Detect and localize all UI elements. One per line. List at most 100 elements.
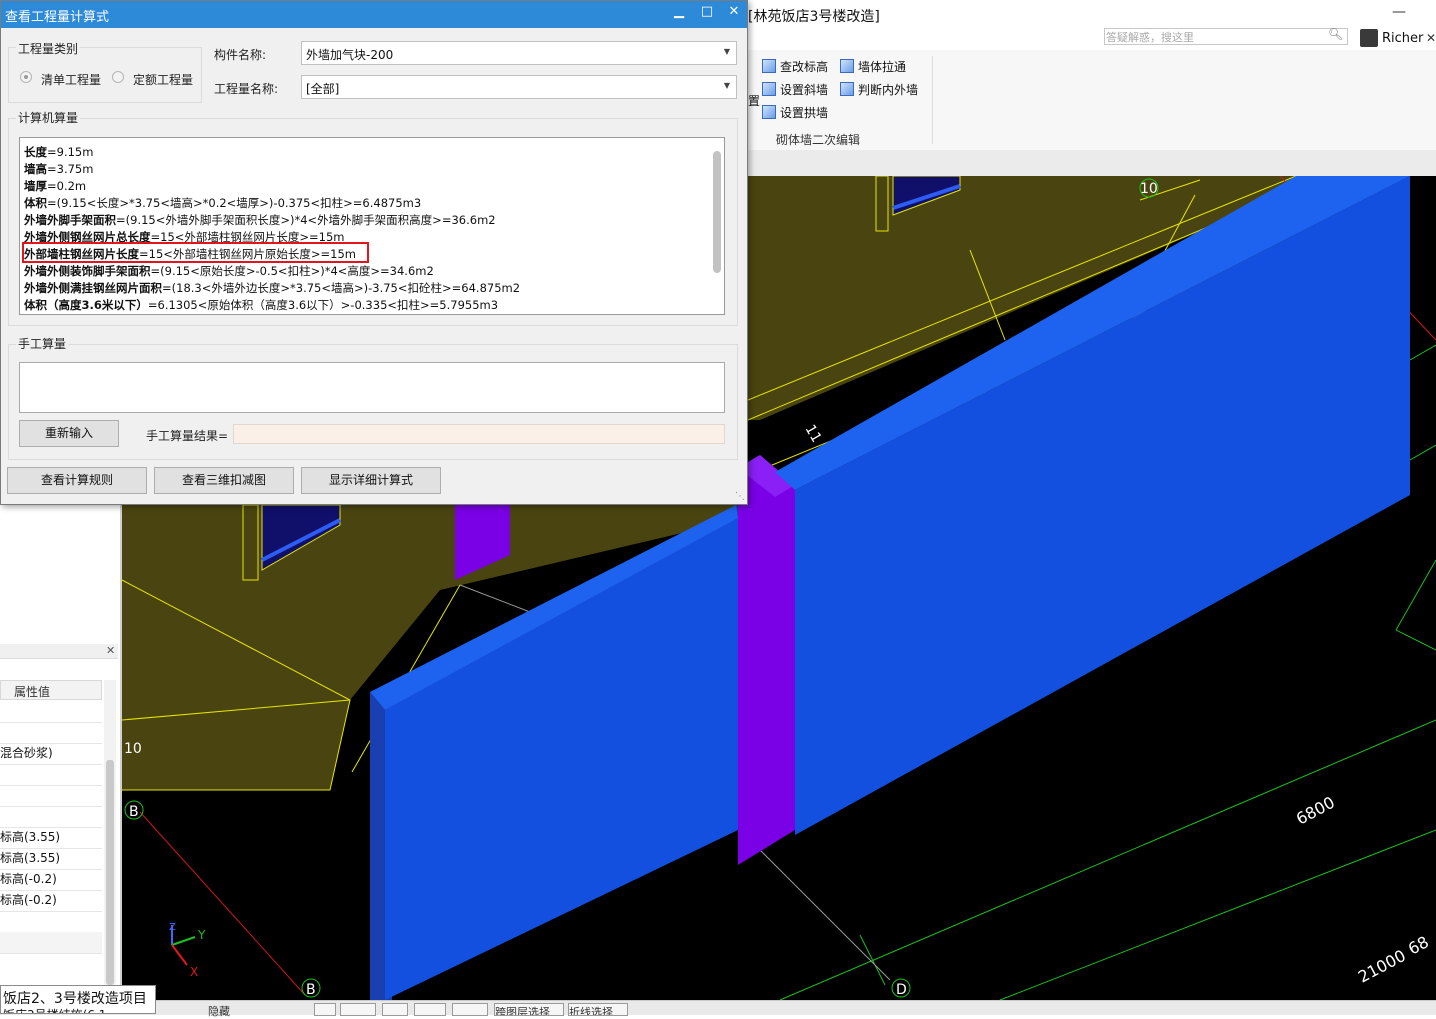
dimension-line	[1409, 444, 1436, 461]
status-toggle-button[interactable]	[452, 1003, 488, 1016]
reference-line	[759, 849, 891, 981]
formula-line: 墙高=3.75m	[24, 162, 94, 176]
highlight-box	[22, 242, 369, 263]
status-toggle-button[interactable]	[340, 1003, 376, 1016]
property-row[interactable]: 标高(3.55)	[0, 827, 102, 849]
ribbon-bottom-bar	[748, 150, 1436, 177]
ribbon-button-wall-extend[interactable]: 墙体拉通	[840, 58, 906, 75]
dimension-line	[1395, 559, 1436, 631]
polyline-select-button[interactable]: 折线选择	[568, 1003, 628, 1016]
computed-quantity-title: 计算机算量	[16, 109, 81, 126]
radio-bill-quantity[interactable]	[20, 71, 32, 83]
radio-quota-quantity-label[interactable]: 定额工程量	[133, 71, 193, 88]
ribbon-button-check-elevation[interactable]: 查改标高	[762, 58, 828, 75]
view-3d-deduction-button[interactable]: 查看三维扣减图	[154, 467, 294, 494]
dimension-line	[1409, 344, 1436, 361]
formula-list-scrollbar-thumb[interactable]	[713, 151, 721, 273]
property-row[interactable]: 混合砂浆)	[0, 743, 102, 765]
reinput-button[interactable]: 重新输入	[19, 420, 119, 447]
property-row[interactable]: 标高(3.55)	[0, 848, 102, 870]
status-toggle-button[interactable]	[414, 1003, 446, 1016]
resize-grip-icon[interactable]: ⋱	[735, 491, 745, 502]
grid-axis-label: D	[896, 982, 907, 998]
arch-wall-icon	[762, 105, 776, 119]
property-column-header-label: 属性值	[14, 685, 51, 699]
axis-y-line	[171, 936, 196, 946]
dimension-line	[1395, 629, 1436, 651]
formula-line: 体积=(9.15<长度>*3.75<墙高>*0.2<墙厚>)-0.375<扣柱>…	[24, 196, 422, 210]
manual-result-label: 手工算量结果=	[146, 429, 229, 443]
property-row[interactable]	[0, 764, 102, 786]
ribbon-group-label: 砌体墙二次编辑	[776, 133, 861, 147]
user-name[interactable]: Richer	[1382, 31, 1423, 46]
quantity-name-value: [全部]	[306, 82, 340, 96]
ribbon-button-set-slant-wall[interactable]: 设置斜墙	[762, 81, 828, 98]
edge-label: 10	[1140, 181, 1158, 197]
view-calc-rules-button[interactable]: 查看计算规则	[7, 467, 147, 494]
wall-extend-icon	[840, 59, 854, 73]
axis-y-label: Y	[197, 928, 206, 942]
status-label: 隐藏	[208, 1005, 230, 1018]
dialog-titlebar[interactable]	[1, 1, 747, 28]
property-panel-border	[120, 505, 122, 1000]
manual-formula-input[interactable]	[19, 362, 725, 413]
axis-x-line	[171, 944, 188, 966]
axis-x-label: X	[190, 965, 198, 979]
reference-line	[459, 584, 531, 613]
window-minimize-button[interactable]: —	[1392, 4, 1406, 20]
cross-layer-select-button[interactable]: 跨图层选择	[494, 1003, 564, 1016]
quantity-name-label: 工程量名称:	[214, 82, 279, 96]
quantity-formula-dialog: 查看工程量计算式 ▁ □ ✕ 工程量类别 清单工程量 定额工程量 构件名称: 外…	[0, 0, 748, 505]
property-panel-header	[0, 644, 118, 659]
formula-line: 墙厚=0.2m	[24, 179, 87, 193]
ribbon-clipped-label: 置	[748, 94, 761, 108]
component-name-label: 构件名称:	[214, 48, 267, 62]
property-row[interactable]: 标高(-0.2)	[0, 869, 102, 891]
grid-line	[139, 811, 306, 996]
axis-z-label: Z	[169, 922, 176, 933]
dialog-title: 查看工程量计算式	[5, 10, 110, 25]
property-row[interactable]	[0, 785, 102, 807]
dialog-close-button[interactable]: ✕	[724, 4, 744, 19]
close-icon[interactable]: ✕	[1426, 31, 1436, 45]
chevron-down-icon: ▼	[723, 81, 730, 90]
property-row[interactable]: 标高(-0.2)	[0, 890, 102, 912]
manual-result-field[interactable]	[233, 424, 725, 444]
show-detailed-formula-button[interactable]: 显示详细计算式	[301, 467, 441, 494]
status-toggle-button[interactable]	[314, 1003, 336, 1016]
dialog-minimize-button[interactable]: ▁	[669, 4, 689, 19]
edge-label: 10	[124, 741, 142, 757]
radio-quota-quantity[interactable]	[112, 71, 124, 83]
formula-line: 长度=9.15m	[24, 145, 94, 159]
tooltip: 饭店2、3号楼改造项目 饭店3号楼结施(6.1	[0, 985, 156, 1014]
property-panel-scrollbar-thumb[interactable]	[106, 760, 114, 985]
computed-formula-list[interactable]: 长度=9.15m 墙高=3.75m 墙厚=0.2m 体积=(9.15<长度>*3…	[19, 137, 725, 315]
dimension-label: 21000	[1355, 946, 1409, 987]
elevation-icon	[762, 59, 776, 73]
avatar[interactable]	[1360, 29, 1378, 47]
property-row[interactable]	[0, 806, 102, 828]
dialog-maximize-button[interactable]: □	[697, 4, 717, 19]
ribbon-button-judge-inner-outer-wall[interactable]: 判断内外墙	[840, 81, 918, 98]
quantity-name-select[interactable]: [全部] ▼	[301, 75, 737, 99]
property-row[interactable]	[0, 722, 102, 744]
property-row[interactable]	[0, 932, 102, 954]
inner-outer-wall-icon	[840, 82, 854, 96]
status-toggle-button[interactable]	[382, 1003, 408, 1016]
formula-line: 外墙外脚手架面积=(9.15<外墙外脚手架面积长度>)*4<外墙外脚手架面积高度…	[24, 213, 496, 227]
dimension-label: 11	[802, 422, 825, 445]
formula-line: 外墙外侧装饰脚手架面积=(9.15<原始长度>-0.5<扣柱>)*4<高度>=3…	[24, 264, 434, 278]
grid-axis-label: B	[306, 982, 316, 998]
column	[738, 455, 795, 865]
slant-wall-icon	[762, 82, 776, 96]
property-row[interactable]	[0, 701, 102, 723]
search-placeholder: 答疑解惑，搜这里	[1106, 31, 1194, 44]
radio-bill-quantity-label[interactable]: 清单工程量	[41, 71, 101, 88]
component-name-select[interactable]: 外墙加气块-200 ▼	[301, 41, 737, 65]
formula-line: 外墙外侧满挂钢丝网片面积=(18.3<外墙外边长度>*3.75<墙高>)-3.7…	[24, 281, 521, 295]
grid-axis-label: B	[129, 804, 139, 820]
search-icon[interactable]: 🔍︎	[1328, 27, 1343, 41]
property-panel-close-icon[interactable]: ✕	[106, 644, 115, 657]
property-row[interactable]	[0, 911, 102, 933]
ribbon-button-set-arch-wall[interactable]: 设置拱墙	[762, 104, 828, 121]
